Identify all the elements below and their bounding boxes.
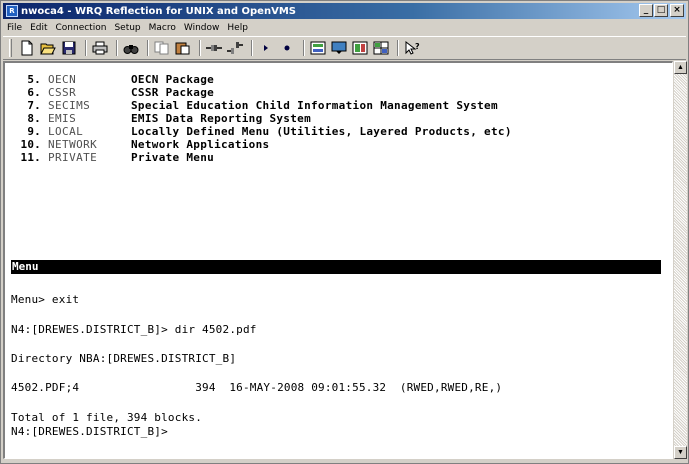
menu-file[interactable]: File — [3, 23, 26, 33]
terminal-line: Total of 1 file, 394 blocks. — [11, 411, 203, 424]
toolbar-separator — [251, 40, 253, 56]
paste-icon[interactable] — [174, 39, 192, 57]
mouse-icon[interactable] — [351, 39, 369, 57]
menu-option-description: CSSR Package — [131, 86, 215, 99]
menu-option-key: CSSR — [48, 86, 77, 99]
terminal-line: 4502.PDF;4 394 16-MAY-2008 09:01:55.32 (… — [11, 381, 503, 394]
menu-option-key: PRIVATE — [48, 151, 98, 164]
menu-edit[interactable]: Edit — [26, 23, 51, 33]
menu-option-number: 6. — [27, 86, 41, 99]
scroll-up-button[interactable]: ▲ — [674, 61, 687, 74]
close-button[interactable]: × — [670, 4, 684, 17]
terminal-line: Directory NBA:[DREWES.DISTRICT_B] — [11, 352, 237, 365]
window-title: nwoca4 - WRQ Reflection for UNIX and Ope… — [21, 5, 296, 17]
menu-list: 5. OECN OECN Package 6. CSSR CSSR Packag… — [11, 73, 512, 164]
maximize-button[interactable]: □ — [654, 4, 668, 17]
menu-option-oecn: 5. OECN OECN Package — [11, 73, 512, 86]
display-icon[interactable] — [372, 39, 390, 57]
save-icon[interactable] — [60, 39, 78, 57]
menu-option-private: 11. PRIVATE Private Menu — [11, 151, 512, 164]
app-icon[interactable]: R — [6, 5, 18, 17]
menu-option-key: LOCAL — [48, 125, 84, 138]
toolbar-separator — [85, 40, 87, 56]
menu-option-number: 8. — [27, 112, 41, 125]
menu-option-description: EMIS Data Reporting System — [131, 112, 311, 125]
svg-text:?: ? — [415, 42, 420, 51]
terminal-line: Menu> exit — [11, 293, 80, 306]
record-icon[interactable] — [278, 39, 296, 57]
terminal-screen[interactable]: 5. OECN OECN Package 6. CSSR CSSR Packag… — [11, 69, 669, 455]
menu-option-description: Special Education Child Information Mana… — [131, 99, 498, 112]
menu-option-cssr: 6. CSSR CSSR Package — [11, 86, 512, 99]
toolbar-separator — [147, 40, 149, 56]
print-icon[interactable] — [91, 39, 109, 57]
menu-option-description: Network Applications — [131, 138, 270, 151]
terminal-prompt[interactable]: N4:[DREWES.DISTRICT_B]> — [11, 425, 168, 438]
toolbar-separator — [397, 40, 399, 56]
menu-option-number: 11. — [20, 151, 41, 164]
menu-setup[interactable]: Setup — [110, 23, 144, 33]
menu-option-number: 10. — [20, 138, 41, 151]
settings-icon[interactable] — [309, 39, 327, 57]
connect-icon[interactable] — [205, 39, 223, 57]
menu-option-local: 9. LOCAL Locally Defined Menu (Utilities… — [11, 125, 512, 138]
menu-option-key: EMIS — [48, 112, 77, 125]
application-window: R nwoca4 - WRQ Reflection for UNIX and O… — [0, 0, 689, 464]
terminal-frame: 5. OECN OECN Package 6. CSSR CSSR Packag… — [3, 61, 673, 459]
play-icon[interactable] — [257, 39, 275, 57]
menu-option-key: NETWORK — [48, 138, 98, 151]
terminal-status-bar: Menu — [11, 260, 661, 274]
minimize-button[interactable]: _ — [639, 4, 653, 17]
menu-option-network: 10. NETWORK Network Applications — [11, 138, 512, 151]
toolbar-grip[interactable] — [9, 39, 12, 57]
open-icon[interactable] — [39, 39, 57, 57]
menu-option-secims: 7. SECIMS Special Education Child Inform… — [11, 99, 512, 112]
toolbar-separator — [303, 40, 305, 56]
toolbar: ? — [3, 36, 686, 60]
help-pointer-icon[interactable]: ? — [403, 39, 421, 57]
menu-connection[interactable]: Connection — [52, 23, 111, 33]
menu-help[interactable]: Help — [223, 23, 252, 33]
menu-option-key: OECN — [48, 73, 77, 86]
vertical-scrollbar[interactable]: ▲ ▼ — [674, 61, 687, 459]
window-controls: _ □ × — [638, 4, 684, 17]
keyboard-icon[interactable] — [330, 39, 348, 57]
menu-option-key: SECIMS — [48, 99, 91, 112]
menu-option-description: OECN Package — [131, 73, 215, 86]
menu-option-number: 5. — [27, 73, 41, 86]
menu-option-number: 9. — [27, 125, 41, 138]
menu-option-description: Private Menu — [131, 151, 215, 164]
new-icon[interactable] — [18, 39, 36, 57]
scroll-down-button[interactable]: ▼ — [674, 446, 687, 459]
copy-icon[interactable] — [153, 39, 171, 57]
toolbar-separator — [116, 40, 118, 56]
menu-bar: File Edit Connection Setup Macro Window … — [3, 20, 252, 35]
toolbar-separator — [199, 40, 201, 56]
terminal-line: N4:[DREWES.DISTRICT_B]> dir 4502.pdf — [11, 323, 257, 336]
menu-option-description: Locally Defined Menu (Utilities, Layered… — [131, 125, 512, 138]
menu-option-number: 7. — [27, 99, 41, 112]
menu-macro[interactable]: Macro — [145, 23, 180, 33]
title-bar[interactable]: R nwoca4 - WRQ Reflection for UNIX and O… — [3, 3, 686, 19]
find-icon[interactable] — [122, 39, 140, 57]
menu-option-emis: 8. EMIS EMIS Data Reporting System — [11, 112, 512, 125]
disconnect-icon[interactable] — [226, 39, 244, 57]
menu-window[interactable]: Window — [180, 23, 224, 33]
